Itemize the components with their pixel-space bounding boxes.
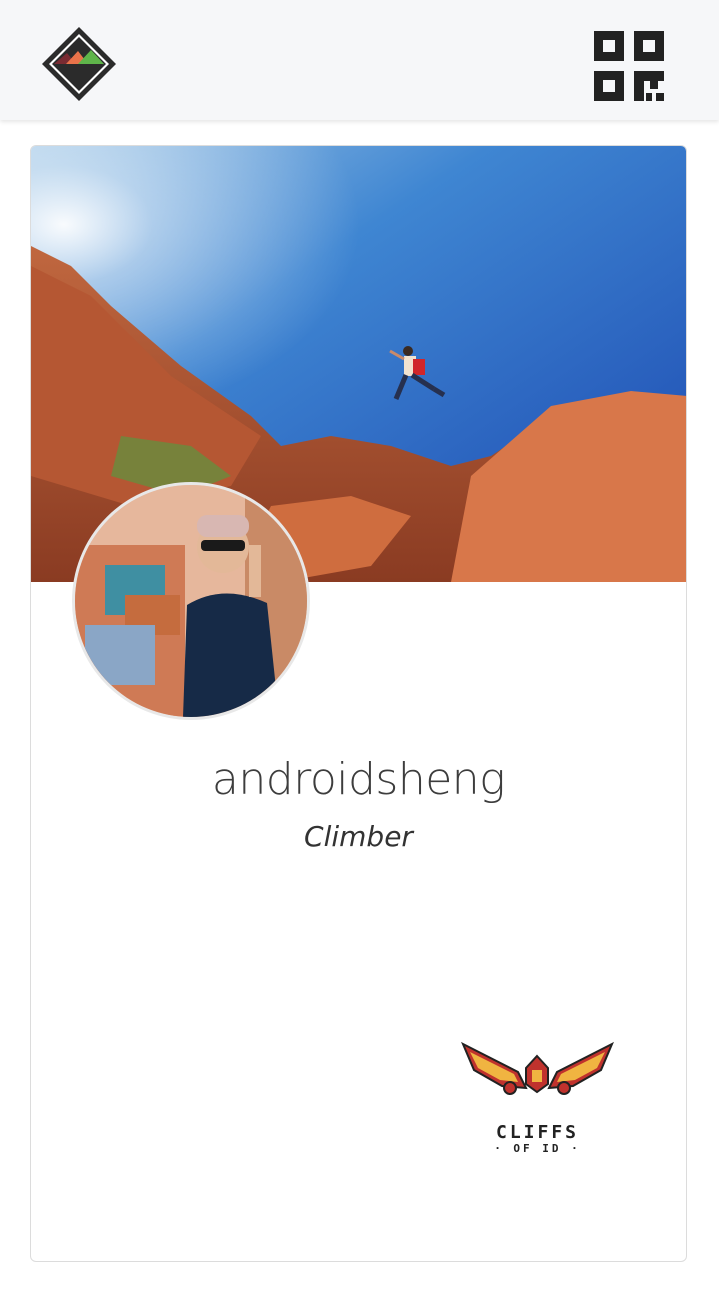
sponsor-subtitle: · OF ID ·	[494, 1142, 581, 1155]
top-app-bar	[0, 0, 719, 120]
sponsor-name: CLIFFS	[495, 1122, 580, 1143]
app-logo-icon[interactable]	[40, 25, 118, 103]
qr-code-icon[interactable]	[594, 31, 666, 103]
profile-username: androidsheng	[211, 754, 506, 805]
profile-role: Climber	[304, 820, 413, 853]
avatar[interactable]	[72, 482, 310, 720]
